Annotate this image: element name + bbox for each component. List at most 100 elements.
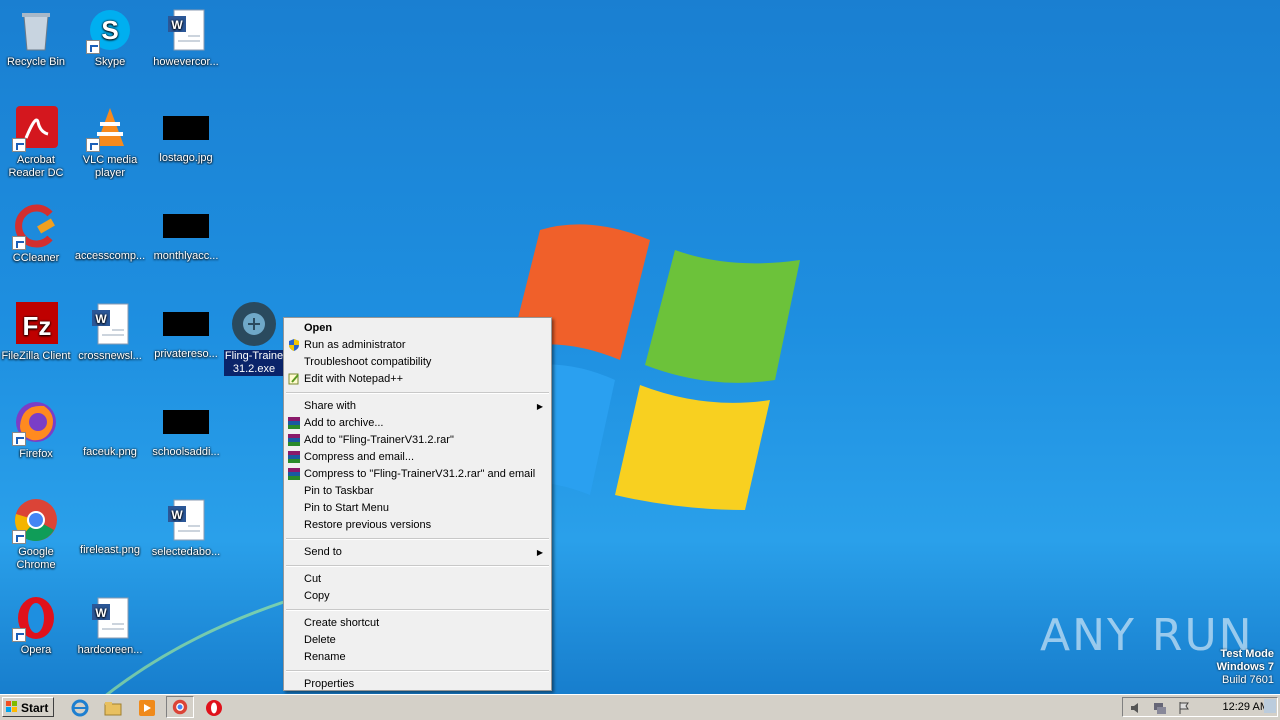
desktop-icon-chrome[interactable]: Google Chrome <box>0 496 72 572</box>
menu-item-label: Pin to Start Menu <box>304 502 389 514</box>
desktop-icon-label: Firefox <box>19 448 53 460</box>
menu-item-label: Delete <box>304 634 336 646</box>
trainer-exe-icon <box>230 300 278 348</box>
desktop-icon-word-doc[interactable]: W selectedabo... <box>150 496 222 559</box>
desktop-icon-label: monthlyacc... <box>153 250 219 262</box>
winrar-icon <box>288 468 300 480</box>
menu-item-run-as-admin[interactable]: Run as administrator <box>284 337 551 354</box>
desktop-icon-image-file[interactable]: accesscomp... <box>74 202 146 263</box>
shortcut-arrow-icon <box>12 138 26 152</box>
desktop-icon-image-file[interactable]: privatereso... <box>150 300 222 361</box>
desktop-icon-vlc[interactable]: VLC media player <box>74 104 146 180</box>
context-menu: Open Run as administrator Troubleshoot c… <box>283 317 552 691</box>
menu-item-properties[interactable]: Properties <box>284 676 551 693</box>
desktop-icon-label: howevercor... <box>153 56 219 68</box>
desktop-icon-firefox[interactable]: Firefox <box>0 398 72 461</box>
taskbar: Start 12:29 AM <box>0 694 1280 720</box>
network-icon[interactable] <box>1153 701 1167 715</box>
shortcut-arrow-icon <box>12 432 26 446</box>
desktop-icon-label: crossnewsl... <box>78 350 142 362</box>
winrar-icon <box>288 451 300 463</box>
explorer-folder-icon[interactable] <box>103 698 123 718</box>
menu-item-rename[interactable]: Rename <box>284 649 551 666</box>
desktop-icon-label: VLC media player <box>82 154 138 179</box>
menu-item-edit-notepadpp[interactable]: Edit with Notepad++ <box>284 371 551 388</box>
image-file-icon <box>163 312 209 336</box>
desktop-icon-image-file[interactable]: lostago.jpg <box>150 104 222 165</box>
show-desktop-button[interactable] <box>1264 699 1276 713</box>
desktop-icon-label: faceuk.png <box>83 446 137 458</box>
menu-item-add-to-rar[interactable]: Add to "Fling-TrainerV31.2.rar" <box>284 432 551 449</box>
desktop-icon-image-file[interactable]: schoolsaddi... <box>150 398 222 459</box>
menu-item-label: Compress and email... <box>304 451 415 463</box>
menu-separator <box>286 565 549 567</box>
desktop-icon-fling-trainer[interactable]: Fling-Traine 31.2.exe <box>224 300 284 376</box>
desktop-icon-word-doc[interactable]: W howevercor... <box>150 6 222 69</box>
volume-icon[interactable] <box>1129 701 1143 715</box>
menu-item-restore-versions[interactable]: Restore previous versions <box>284 517 551 534</box>
menu-item-copy[interactable]: Copy <box>284 588 551 605</box>
word-doc-icon: W <box>162 496 210 544</box>
menu-item-label: Add to "Fling-TrainerV31.2.rar" <box>304 434 454 446</box>
word-doc-icon: W <box>86 594 134 642</box>
internet-explorer-icon[interactable] <box>70 698 90 718</box>
desktop-icon-image-file[interactable]: faceuk.png <box>74 398 146 459</box>
action-center-flag-icon[interactable] <box>1177 701 1191 715</box>
image-file-icon <box>163 410 209 434</box>
desktop-icon-skype[interactable]: S Skype <box>74 6 146 69</box>
menu-item-send-to[interactable]: Send to ▶ <box>284 544 551 561</box>
firefox-icon <box>12 398 60 446</box>
svg-text:W: W <box>95 606 107 620</box>
start-label: Start <box>21 701 49 715</box>
taskbar-chrome-button[interactable] <box>166 696 194 718</box>
menu-item-open[interactable]: Open <box>284 320 551 337</box>
desktop-icon-label: Acrobat Reader DC <box>8 154 64 179</box>
menu-item-label: Copy <box>304 590 330 602</box>
svg-text:Fz: Fz <box>23 311 52 341</box>
notepad-plus-icon <box>288 373 299 385</box>
menu-item-cut[interactable]: Cut <box>284 571 551 588</box>
menu-item-label: Share with <box>304 400 356 412</box>
submenu-arrow-icon: ▶ <box>536 402 543 411</box>
menu-separator <box>286 392 549 394</box>
menu-item-create-shortcut[interactable]: Create shortcut <box>284 615 551 632</box>
menu-item-label: Cut <box>304 573 322 585</box>
watermark-line2: Windows 7 <box>1216 661 1274 673</box>
start-button[interactable]: Start <box>2 697 54 717</box>
media-player-icon[interactable] <box>137 698 157 718</box>
menu-item-label: Rename <box>304 651 346 663</box>
menu-item-pin-start[interactable]: Pin to Start Menu <box>284 500 551 517</box>
desktop-icon-word-doc[interactable]: W crossnewsl... <box>74 300 146 363</box>
desktop-icon-image-file[interactable]: monthlyacc... <box>150 202 222 263</box>
desktop-icon-opera[interactable]: Opera <box>0 594 72 657</box>
desktop-icon-recycle-bin[interactable]: Recycle Bin <box>0 6 72 69</box>
desktop-icon-acrobat[interactable]: Acrobat Reader DC <box>0 104 72 180</box>
taskbar-clock[interactable]: 12:29 AM <box>1223 698 1269 716</box>
menu-item-label: Compress to "Fling-TrainerV31.2.rar" and… <box>304 468 536 480</box>
shortcut-arrow-icon <box>12 530 26 544</box>
recycle-bin-icon <box>12 6 60 54</box>
desktop-icon-word-doc[interactable]: W hardcoreen... <box>74 594 146 657</box>
menu-item-label: Send to <box>304 546 342 558</box>
winrar-icon <box>288 434 300 446</box>
desktop-icon-label: Opera <box>20 644 52 656</box>
desktop-icon-image-file[interactable]: fireleast.png <box>74 496 146 557</box>
menu-item-label: Add to archive... <box>304 417 384 429</box>
desktop-icon-ccleaner[interactable]: CCleaner <box>0 202 72 265</box>
desktop-icon-filezilla[interactable]: Fz FileZilla Client <box>0 300 72 363</box>
acrobat-icon <box>12 104 60 152</box>
menu-item-share-with[interactable]: Share with ▶ <box>284 398 551 415</box>
menu-item-label: Run as administrator <box>304 339 406 351</box>
menu-item-add-to-archive[interactable]: Add to archive... <box>284 415 551 432</box>
svg-text:W: W <box>171 508 183 522</box>
system-tray: 12:29 AM <box>1122 697 1278 717</box>
svg-text:S: S <box>101 15 118 45</box>
menu-item-delete[interactable]: Delete <box>284 632 551 649</box>
menu-item-compress-rar-email[interactable]: Compress to "Fling-TrainerV31.2.rar" and… <box>284 466 551 483</box>
desktop-icon-label: CCleaner <box>12 252 60 264</box>
desktop-icon-label: Skype <box>94 56 126 68</box>
menu-item-compress-email[interactable]: Compress and email... <box>284 449 551 466</box>
opera-icon[interactable] <box>204 698 224 718</box>
menu-item-troubleshoot[interactable]: Troubleshoot compatibility <box>284 354 551 371</box>
menu-item-pin-taskbar[interactable]: Pin to Taskbar <box>284 483 551 500</box>
